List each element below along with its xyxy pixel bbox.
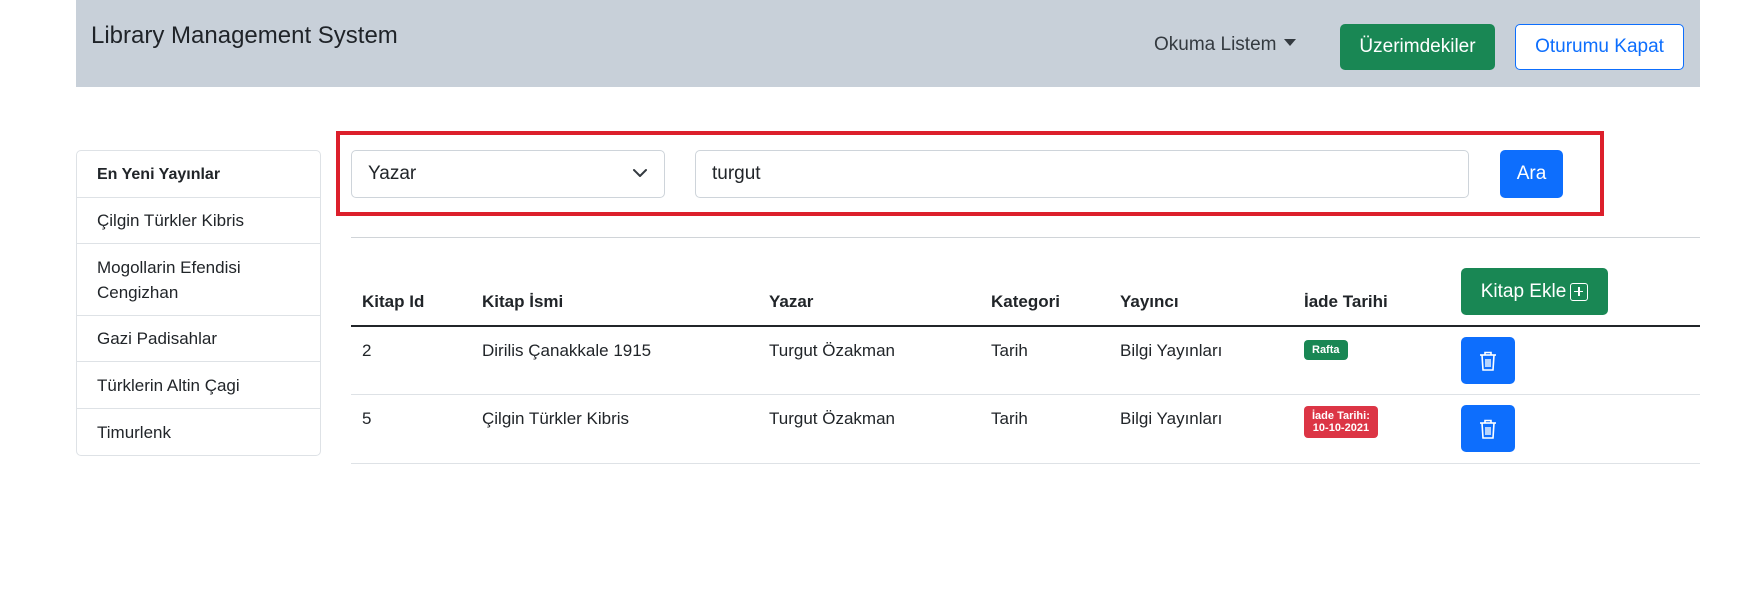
cell-title: Çilgin Türkler Kibris [482, 409, 630, 428]
search-field-value: Yazar [368, 163, 417, 184]
add-book-button[interactable]: Kitap Ekle [1461, 268, 1608, 315]
reading-list-dropdown[interactable]: Okuma Listem [1154, 34, 1297, 56]
sidebar-header: En Yeni Yayınlar [77, 151, 320, 198]
search-button[interactable]: Ara [1500, 150, 1563, 198]
caret-down-icon [1284, 39, 1297, 46]
search-field-select[interactable]: Yazar [351, 150, 665, 198]
column-header-category: Kategori [991, 292, 1060, 311]
column-header-id: Kitap Id [362, 292, 425, 311]
cell-publisher: Bilgi Yayınları [1120, 341, 1223, 360]
logout-button[interactable]: Oturumu Kapat [1515, 24, 1684, 70]
sidebar-item[interactable]: Türklerin Altin Çagi [77, 362, 320, 409]
sidebar-item[interactable]: Çilgin Türkler Kibris [77, 198, 320, 244]
brand-title[interactable]: Library Management System [91, 22, 398, 50]
cell-author: Turgut Özakman [769, 409, 895, 428]
row-divider [351, 463, 1700, 464]
cell-publisher: Bilgi Yayınları [1120, 409, 1223, 428]
sidebar-list: En Yeni Yayınlar Çilgin Türkler Kibris M… [76, 150, 321, 456]
cell-id: 2 [362, 341, 372, 360]
cell-id: 5 [362, 409, 372, 428]
add-book-label: Kitap Ekle [1480, 280, 1567, 302]
plus-square-icon [1570, 282, 1589, 301]
navbar: Library Management System Okuma Listem Ü… [76, 0, 1700, 87]
delete-button[interactable] [1461, 405, 1515, 452]
row-divider [351, 394, 1700, 395]
column-header-title: Kitap İsmi [482, 292, 564, 311]
on-me-button[interactable]: Üzerimdekiler [1340, 24, 1495, 70]
return-date-badge: İade Tarihi: 10-10-2021 [1304, 406, 1378, 438]
column-header-return-date: İade Tarihi [1304, 292, 1388, 311]
table-header-border [351, 325, 1700, 327]
cell-category: Tarih [991, 409, 1028, 428]
divider [351, 237, 1700, 238]
return-date-value: 10-10-2021 [1312, 422, 1370, 434]
chevron-down-icon [633, 169, 647, 177]
cell-category: Tarih [991, 341, 1028, 360]
search-input[interactable]: turgut [695, 150, 1469, 198]
cell-author: Turgut Özakman [769, 341, 895, 360]
trash-icon [1480, 351, 1496, 371]
delete-button[interactable] [1461, 337, 1515, 384]
sidebar-item[interactable]: Mogollarin Efendisi Cengizhan [77, 244, 320, 316]
column-header-publisher: Yayıncı [1120, 292, 1179, 311]
cell-title: Dirilis Çanakkale 1915 [482, 341, 652, 360]
sidebar-item[interactable]: Timurlenk [77, 409, 320, 455]
sidebar-item[interactable]: Gazi Padisahlar [77, 316, 320, 362]
reading-list-label: Okuma Listem [1154, 34, 1277, 55]
status-badge: Rafta [1304, 340, 1348, 360]
column-header-author: Yazar [769, 292, 814, 311]
trash-icon [1480, 419, 1496, 439]
return-date-label: İade Tarihi: [1312, 410, 1370, 422]
